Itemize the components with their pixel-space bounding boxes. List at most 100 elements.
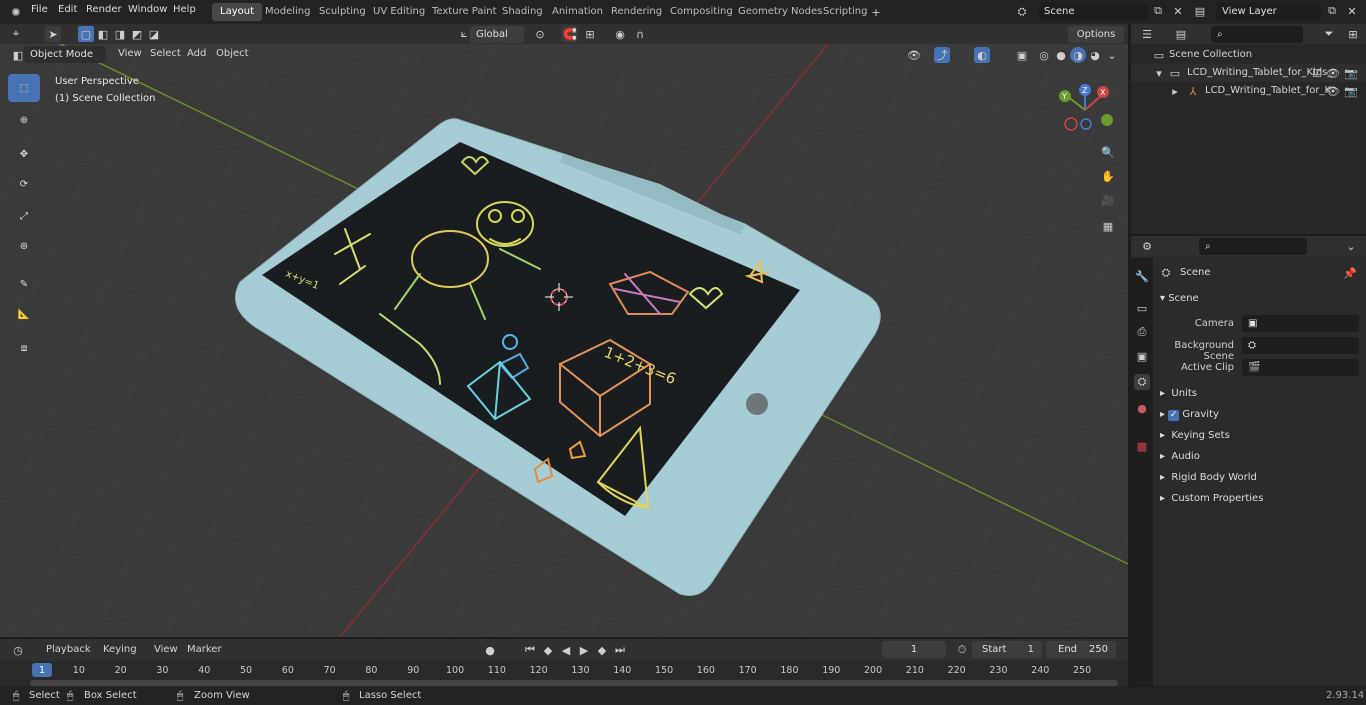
scene-tab-icon[interactable]: ⛭ xyxy=(1134,374,1150,390)
scene-icon[interactable]: ⛭ xyxy=(1014,4,1030,20)
outliner-item-object[interactable]: LCD_Writing_Tablet_for_K xyxy=(1205,85,1331,96)
overlays-icon[interactable]: ◐ xyxy=(974,47,990,63)
pan-hand-icon[interactable]: ✋ xyxy=(1100,168,1116,184)
camera-view-icon[interactable]: 🎥 xyxy=(1100,192,1116,208)
shading-wireframe-icon[interactable]: ◎ xyxy=(1036,47,1052,63)
zoom-icon[interactable]: 🔍 xyxy=(1100,144,1116,160)
gizmo-icon[interactable]: ⤴ xyxy=(934,47,950,63)
play-reverse-icon[interactable]: ◀ xyxy=(558,642,574,658)
menu-timeline-view[interactable]: View xyxy=(154,644,178,655)
tab-uv-editing[interactable]: UV Editing xyxy=(365,3,433,21)
ortho-grid-icon[interactable]: ▦ xyxy=(1100,218,1116,234)
properties-editor-icon[interactable]: ⚙ xyxy=(1139,238,1155,254)
proportional-editing-icon[interactable]: ◉ xyxy=(612,26,628,42)
timeline-editor-icon[interactable]: ◷ xyxy=(10,642,26,658)
section-custom-properties[interactable]: ▸ Custom Properties xyxy=(1160,493,1263,504)
transform-orientation-select[interactable]: Global xyxy=(470,26,524,43)
delete-view-layer-icon[interactable]: ✕ xyxy=(1344,3,1360,19)
tab-shading[interactable]: Shading xyxy=(494,3,551,21)
menu-select[interactable]: Select xyxy=(150,48,181,59)
section-gravity[interactable]: ▸ ✓ Gravity xyxy=(1160,409,1219,421)
tool-move-icon[interactable]: ✥ xyxy=(8,140,40,168)
select-mode-extend-icon[interactable]: ◧ xyxy=(95,26,111,42)
menu-playback[interactable]: Playback xyxy=(46,644,91,655)
xray-icon[interactable]: ▣ xyxy=(1014,47,1030,63)
visibility-icon[interactable]: 👁 xyxy=(906,47,922,63)
menu-window[interactable]: Window xyxy=(128,4,167,15)
new-scene-icon[interactable]: ⧉ xyxy=(1150,3,1166,19)
camera-icon[interactable]: 📷 xyxy=(1343,83,1359,99)
view-layer-icon[interactable]: ▤ xyxy=(1192,3,1208,19)
select-mode-subtract-icon[interactable]: ◨ xyxy=(112,26,128,42)
menu-marker[interactable]: Marker xyxy=(187,644,222,655)
tool-scale-icon[interactable]: ⤢ xyxy=(8,202,40,230)
texture-tab-icon[interactable]: ▩ xyxy=(1134,438,1150,454)
render-tab-icon[interactable]: ▭ xyxy=(1134,300,1150,316)
menu-add[interactable]: Add xyxy=(187,48,206,59)
outliner-scene-collection[interactable]: Scene Collection xyxy=(1169,49,1252,60)
options-button[interactable]: Options xyxy=(1068,26,1124,43)
world-tab-icon[interactable]: ● xyxy=(1134,400,1150,416)
output-tab-icon[interactable]: ⎙ xyxy=(1134,324,1150,340)
record-icon[interactable]: ● xyxy=(482,642,498,658)
menu-file[interactable]: File xyxy=(31,4,48,15)
new-collection-icon[interactable]: ⊞ xyxy=(1345,26,1361,42)
expand-arrow-icon[interactable]: ▸ xyxy=(1167,83,1183,99)
camera-icon[interactable]: 📷 xyxy=(1343,65,1359,81)
select-tool-icon[interactable]: ➤ xyxy=(45,26,61,42)
shading-solid-icon[interactable]: ● xyxy=(1053,47,1069,63)
end-frame-field[interactable]: End 250 xyxy=(1046,641,1116,658)
section-units[interactable]: ▸ Units xyxy=(1160,388,1197,399)
current-frame-field[interactable]: 1 xyxy=(882,641,946,658)
add-workspace-icon[interactable]: + xyxy=(868,4,884,20)
snap-target-icon[interactable]: ⊞ xyxy=(582,26,598,42)
section-rigid-body-world[interactable]: ▸ Rigid Body World xyxy=(1160,472,1257,483)
blender-logo-icon[interactable]: ✺ xyxy=(8,4,24,20)
active-clip-field[interactable]: 🎬 xyxy=(1242,359,1359,376)
tab-rendering[interactable]: Rendering xyxy=(603,3,670,21)
next-keyframe-icon[interactable]: ◆ xyxy=(594,642,610,658)
tool-cursor-icon[interactable]: ⊕ xyxy=(8,106,40,134)
eye-icon[interactable]: 👁 xyxy=(1325,65,1341,81)
delete-scene-icon[interactable]: ✕ xyxy=(1170,3,1186,19)
tool-measure-icon[interactable]: 📐 xyxy=(8,300,40,328)
tool-rotate-icon[interactable]: ⟳ xyxy=(8,170,40,198)
outliner-editor-icon[interactable]: ☰ xyxy=(1139,26,1155,42)
new-view-layer-icon[interactable]: ⧉ xyxy=(1324,3,1340,19)
view-layer-field[interactable]: View Layer xyxy=(1216,3,1322,20)
jump-end-icon[interactable]: ⏭ xyxy=(612,642,628,658)
outliner-row-object[interactable]: ▸ ⅄ LCD_Writing_Tablet_for_K 👁 📷 xyxy=(1131,82,1366,100)
timeline-scrollbar[interactable] xyxy=(30,680,1118,686)
shading-rendered-icon[interactable]: ◕ xyxy=(1087,47,1103,63)
filter-icon[interactable]: ⏷ xyxy=(1321,26,1337,42)
outliner-search-input[interactable]: ⌕ xyxy=(1211,26,1303,43)
play-icon[interactable]: ▶ xyxy=(576,642,592,658)
select-mode-invert-icon[interactable]: ◩ xyxy=(129,26,145,42)
tab-texture-paint[interactable]: Texture Paint xyxy=(424,3,505,21)
properties-search-input[interactable]: ⌕ xyxy=(1199,238,1307,255)
falloff-icon[interactable]: ∩ xyxy=(632,26,648,42)
jump-start-icon[interactable]: ⏮ xyxy=(522,642,538,658)
scene-panel-header[interactable]: ▾ Scene xyxy=(1160,293,1199,304)
checkbox-icon[interactable]: ☑ xyxy=(1309,65,1325,81)
background-scene-field[interactable]: ⛭ xyxy=(1242,337,1359,354)
3d-viewport[interactable]: 1+2+3=6 x+y=1 ◧ Object Mode View Select … xyxy=(0,44,1128,637)
properties-dropdown-icon[interactable]: ⌄ xyxy=(1343,238,1359,254)
tool-add-cube-icon[interactable]: ⧈ xyxy=(8,334,40,362)
menu-keying[interactable]: Keying xyxy=(103,644,137,655)
eye-icon[interactable]: 👁 xyxy=(1325,83,1341,99)
pivot-point-icon[interactable]: ⊙ xyxy=(532,26,548,42)
scene-name-field[interactable]: Scene xyxy=(1038,3,1148,20)
pin-icon[interactable]: 📌 xyxy=(1342,265,1358,281)
tool-tab-icon[interactable]: 🔧 xyxy=(1134,268,1150,284)
gravity-checkbox[interactable]: ✓ xyxy=(1168,410,1180,421)
menu-view[interactable]: View xyxy=(118,48,142,59)
menu-object[interactable]: Object xyxy=(216,48,249,59)
shading-dropdown-icon[interactable]: ⌄ xyxy=(1104,47,1120,63)
select-mode-intersect-icon[interactable]: ◪ xyxy=(146,26,162,42)
select-mode-new-icon[interactable]: ▢ xyxy=(78,26,94,42)
tab-animation[interactable]: Animation xyxy=(544,3,611,21)
menu-render[interactable]: Render xyxy=(86,4,122,15)
tab-layout[interactable]: Layout xyxy=(212,3,262,21)
preview-range-icon[interactable]: ⏱ xyxy=(954,642,970,658)
